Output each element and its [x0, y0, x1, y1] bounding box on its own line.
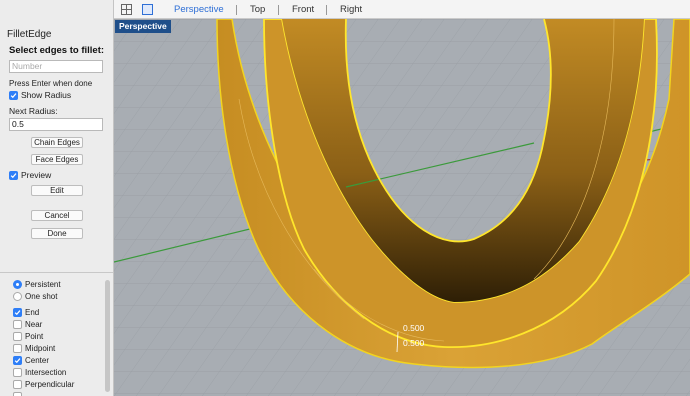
tab-top[interactable]: Top: [250, 4, 265, 15]
cancel-button[interactable]: Cancel: [31, 210, 83, 221]
preview-label: Preview: [21, 170, 52, 180]
rhino-window: FilletEdge Select edges to fillet: Numbe…: [0, 0, 690, 396]
osnap-item-point[interactable]: Point: [13, 332, 43, 341]
checkmark-icon: [13, 308, 22, 317]
osnap-item-label: Near: [25, 320, 43, 329]
tab-right[interactable]: Right: [340, 4, 362, 15]
osnap-item-label: Center: [25, 356, 50, 365]
checkbox-icon: [13, 344, 22, 353]
tab-separator: [236, 5, 237, 15]
command-prompt: Select edges to fillet:: [9, 45, 105, 56]
tab-front[interactable]: Front: [292, 4, 314, 15]
enter-hint: Press Enter when done: [9, 79, 93, 88]
osnap-mode-one-shot[interactable]: One shot: [13, 292, 57, 301]
checkmark-icon: [9, 90, 18, 100]
osnap-item-end[interactable]: End: [13, 308, 39, 317]
command-panel: FilletEdge Select edges to fillet: Numbe…: [0, 0, 113, 272]
checkmark-icon: [13, 356, 22, 365]
grid-layout-icon[interactable]: [121, 4, 132, 15]
command-title: FilletEdge: [7, 29, 52, 40]
show-radius-checkbox[interactable]: Show Radius: [9, 90, 71, 100]
osnap-item-label: End: [25, 308, 40, 317]
osnap-item-perpendicular[interactable]: Perpendicular: [13, 380, 74, 389]
osnap-item-label: Point: [25, 332, 44, 341]
number-input[interactable]: Number: [9, 60, 103, 73]
checkbox-icon: [13, 368, 22, 377]
osnap-panel: Persistent One shot End Near Point Midpo…: [0, 274, 113, 396]
osnap-mode-persistent[interactable]: Persistent: [13, 280, 61, 289]
radio-icon: [13, 292, 22, 301]
osnap-item-near[interactable]: Near: [13, 320, 42, 329]
next-radius-label: Next Radius:: [9, 106, 58, 116]
tab-separator: [278, 5, 279, 15]
edit-button[interactable]: Edit: [31, 185, 83, 196]
viewport-tab-bar: Perspective Top Front Right: [114, 0, 690, 19]
show-radius-label: Show Radius: [21, 90, 72, 100]
checkbox-icon: [13, 320, 22, 329]
chain-edges-button[interactable]: Chain Edges: [31, 137, 83, 148]
osnap-item-center[interactable]: Center: [13, 356, 49, 365]
done-button[interactable]: Done: [31, 228, 83, 239]
tab-separator: [326, 5, 327, 15]
checkbox-icon: [13, 380, 22, 389]
radio-icon: [13, 280, 22, 289]
osnap-item-label: Perpendicular: [25, 380, 75, 389]
checkmark-icon: [9, 170, 18, 180]
osnap-mode-label: One shot: [25, 292, 58, 301]
checkbox-icon: [13, 332, 22, 341]
osnap-scrollbar-thumb[interactable]: [105, 280, 110, 392]
radius-label-1[interactable]: 0.500: [403, 323, 425, 333]
viewport-canvas[interactable]: 0.500 0.500: [114, 19, 690, 396]
osnap-item-label: Midpoint: [25, 344, 56, 353]
osnap-mode-label: Persistent: [25, 280, 61, 289]
face-edges-button[interactable]: Face Edges: [31, 154, 83, 165]
perspective-viewport[interactable]: 0.500 0.500 Perspective: [114, 19, 690, 396]
preview-checkbox[interactable]: Preview: [9, 170, 51, 180]
next-radius-input[interactable]: 0.5: [9, 118, 103, 131]
checkbox-icon: [13, 392, 22, 396]
osnap-item-partial[interactable]: [13, 392, 25, 396]
panel-divider: [0, 272, 113, 273]
radius-label-2[interactable]: 0.500: [403, 338, 425, 348]
single-viewport-icon[interactable]: [142, 4, 153, 15]
viewport-title-label[interactable]: Perspective: [115, 20, 171, 33]
osnap-item-label: Intersection: [25, 368, 67, 377]
osnap-item-midpoint[interactable]: Midpoint: [13, 344, 55, 353]
osnap-item-intersection[interactable]: Intersection: [13, 368, 66, 377]
left-panel: FilletEdge Select edges to fillet: Numbe…: [0, 0, 114, 396]
tab-perspective[interactable]: Perspective: [174, 4, 224, 15]
